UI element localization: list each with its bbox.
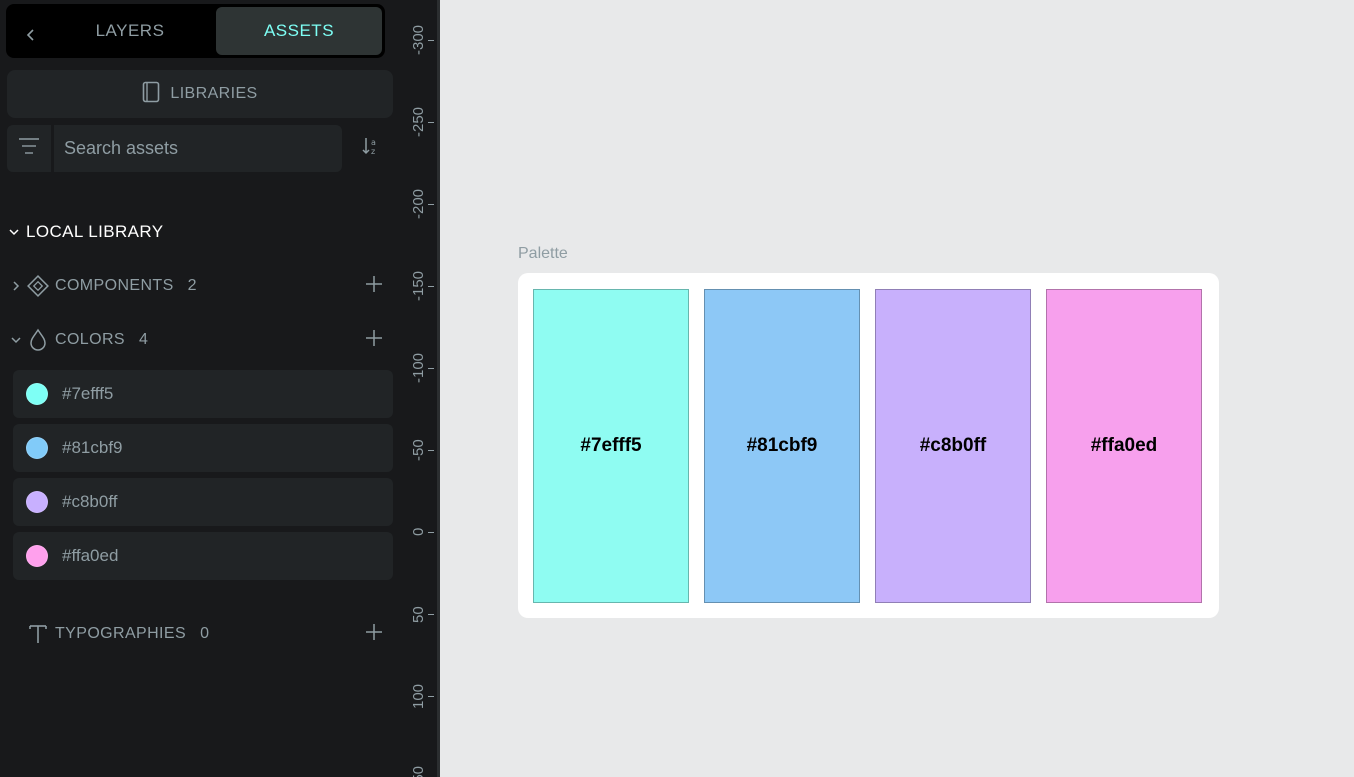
search-input[interactable] [54,125,342,172]
add-typography-button[interactable] [362,622,386,646]
ruler-tick [428,286,434,287]
palette-card[interactable]: #ffa0ed [1046,289,1202,603]
assets-sidebar: LAYERS ASSETS LIBRARIES az LOCAL LIBRARY… [0,0,400,777]
colors-label: COLORS [55,331,125,348]
ruler-label: 0 [410,527,427,536]
svg-text:z: z [371,147,375,156]
libraries-label: LIBRARIES [170,85,258,102]
color-swatch [26,545,48,567]
vertical-ruler: -300 -250 -200 -150 -100 -50 0 50 100 150 [400,0,440,777]
chevron-left-icon[interactable] [14,12,48,58]
text-icon [24,623,52,645]
ruler-tick [428,40,434,41]
book-icon [142,81,160,108]
board-title[interactable]: Palette [518,245,568,263]
color-swatch [26,491,48,513]
color-item[interactable]: #ffa0ed [13,532,393,580]
libraries-button[interactable]: LIBRARIES [7,70,393,118]
components-count: 2 [187,277,197,294]
ruler-label: 150 [410,765,427,777]
local-library-label: LOCAL LIBRARY [26,222,164,241]
ruler-tick [428,450,434,451]
sidebar-tabbar: LAYERS ASSETS [6,4,385,58]
ruler-label: -150 [410,270,427,301]
sort-button[interactable]: az [356,132,386,164]
palette-card[interactable]: #c8b0ff [875,289,1031,603]
typographies-count: 0 [200,625,210,642]
color-swatch [26,383,48,405]
ruler-label: -50 [410,439,427,461]
color-item[interactable]: #7efff5 [13,370,393,418]
color-name: #7efff5 [62,384,114,403]
color-item[interactable]: #c8b0ff [13,478,393,526]
plus-icon [365,623,383,646]
sort-az-icon: az [361,136,381,161]
color-swatch [26,437,48,459]
chevron-down-icon [8,222,20,242]
ruler-label: -100 [410,352,427,383]
colors-count: 4 [138,331,149,348]
component-icon [24,274,52,298]
tab-assets[interactable]: ASSETS [216,7,382,55]
chevron-down-icon [8,335,24,345]
typographies-label: TYPOGRAPHIES [55,625,187,642]
plus-icon [365,329,383,352]
section-typographies[interactable]: TYPOGRAPHIES 0 [8,619,394,649]
ruler-tick [428,532,434,533]
color-item[interactable]: #81cbf9 [13,424,393,472]
ruler-label: 50 [410,605,427,623]
chevron-right-icon [8,280,24,292]
tab-layers[interactable]: LAYERS [54,7,206,55]
local-library-header[interactable]: LOCAL LIBRARY [8,220,163,244]
section-colors[interactable]: COLORS 4 [8,325,394,355]
palette-card[interactable]: #7efff5 [533,289,689,603]
ruler-tick [428,204,434,205]
add-component-button[interactable] [362,274,386,298]
filter-icon [18,137,40,160]
drop-icon [24,328,52,352]
palette-board[interactable]: #7efff5 #81cbf9 #c8b0ff #ffa0ed [518,273,1219,618]
svg-text:a: a [371,138,376,147]
section-components[interactable]: COMPONENTS 2 [8,271,394,301]
plus-icon [365,275,383,298]
ruler-tick [428,696,434,697]
add-color-button[interactable] [362,328,386,352]
ruler-label: -250 [410,106,427,137]
ruler-tick [428,122,434,123]
ruler-label: -200 [410,188,427,219]
canvas[interactable]: Palette #7efff5 #81cbf9 #c8b0ff #ffa0ed [440,0,1354,777]
palette-card[interactable]: #81cbf9 [704,289,860,603]
ruler-tick [428,614,434,615]
color-name: #ffa0ed [62,546,119,565]
color-name: #81cbf9 [62,438,123,457]
filter-button[interactable] [7,125,51,172]
components-label: COMPONENTS [55,277,174,294]
color-name: #c8b0ff [62,492,118,511]
ruler-label: -300 [410,24,427,55]
ruler-tick [428,368,434,369]
ruler-label: 100 [410,683,427,709]
